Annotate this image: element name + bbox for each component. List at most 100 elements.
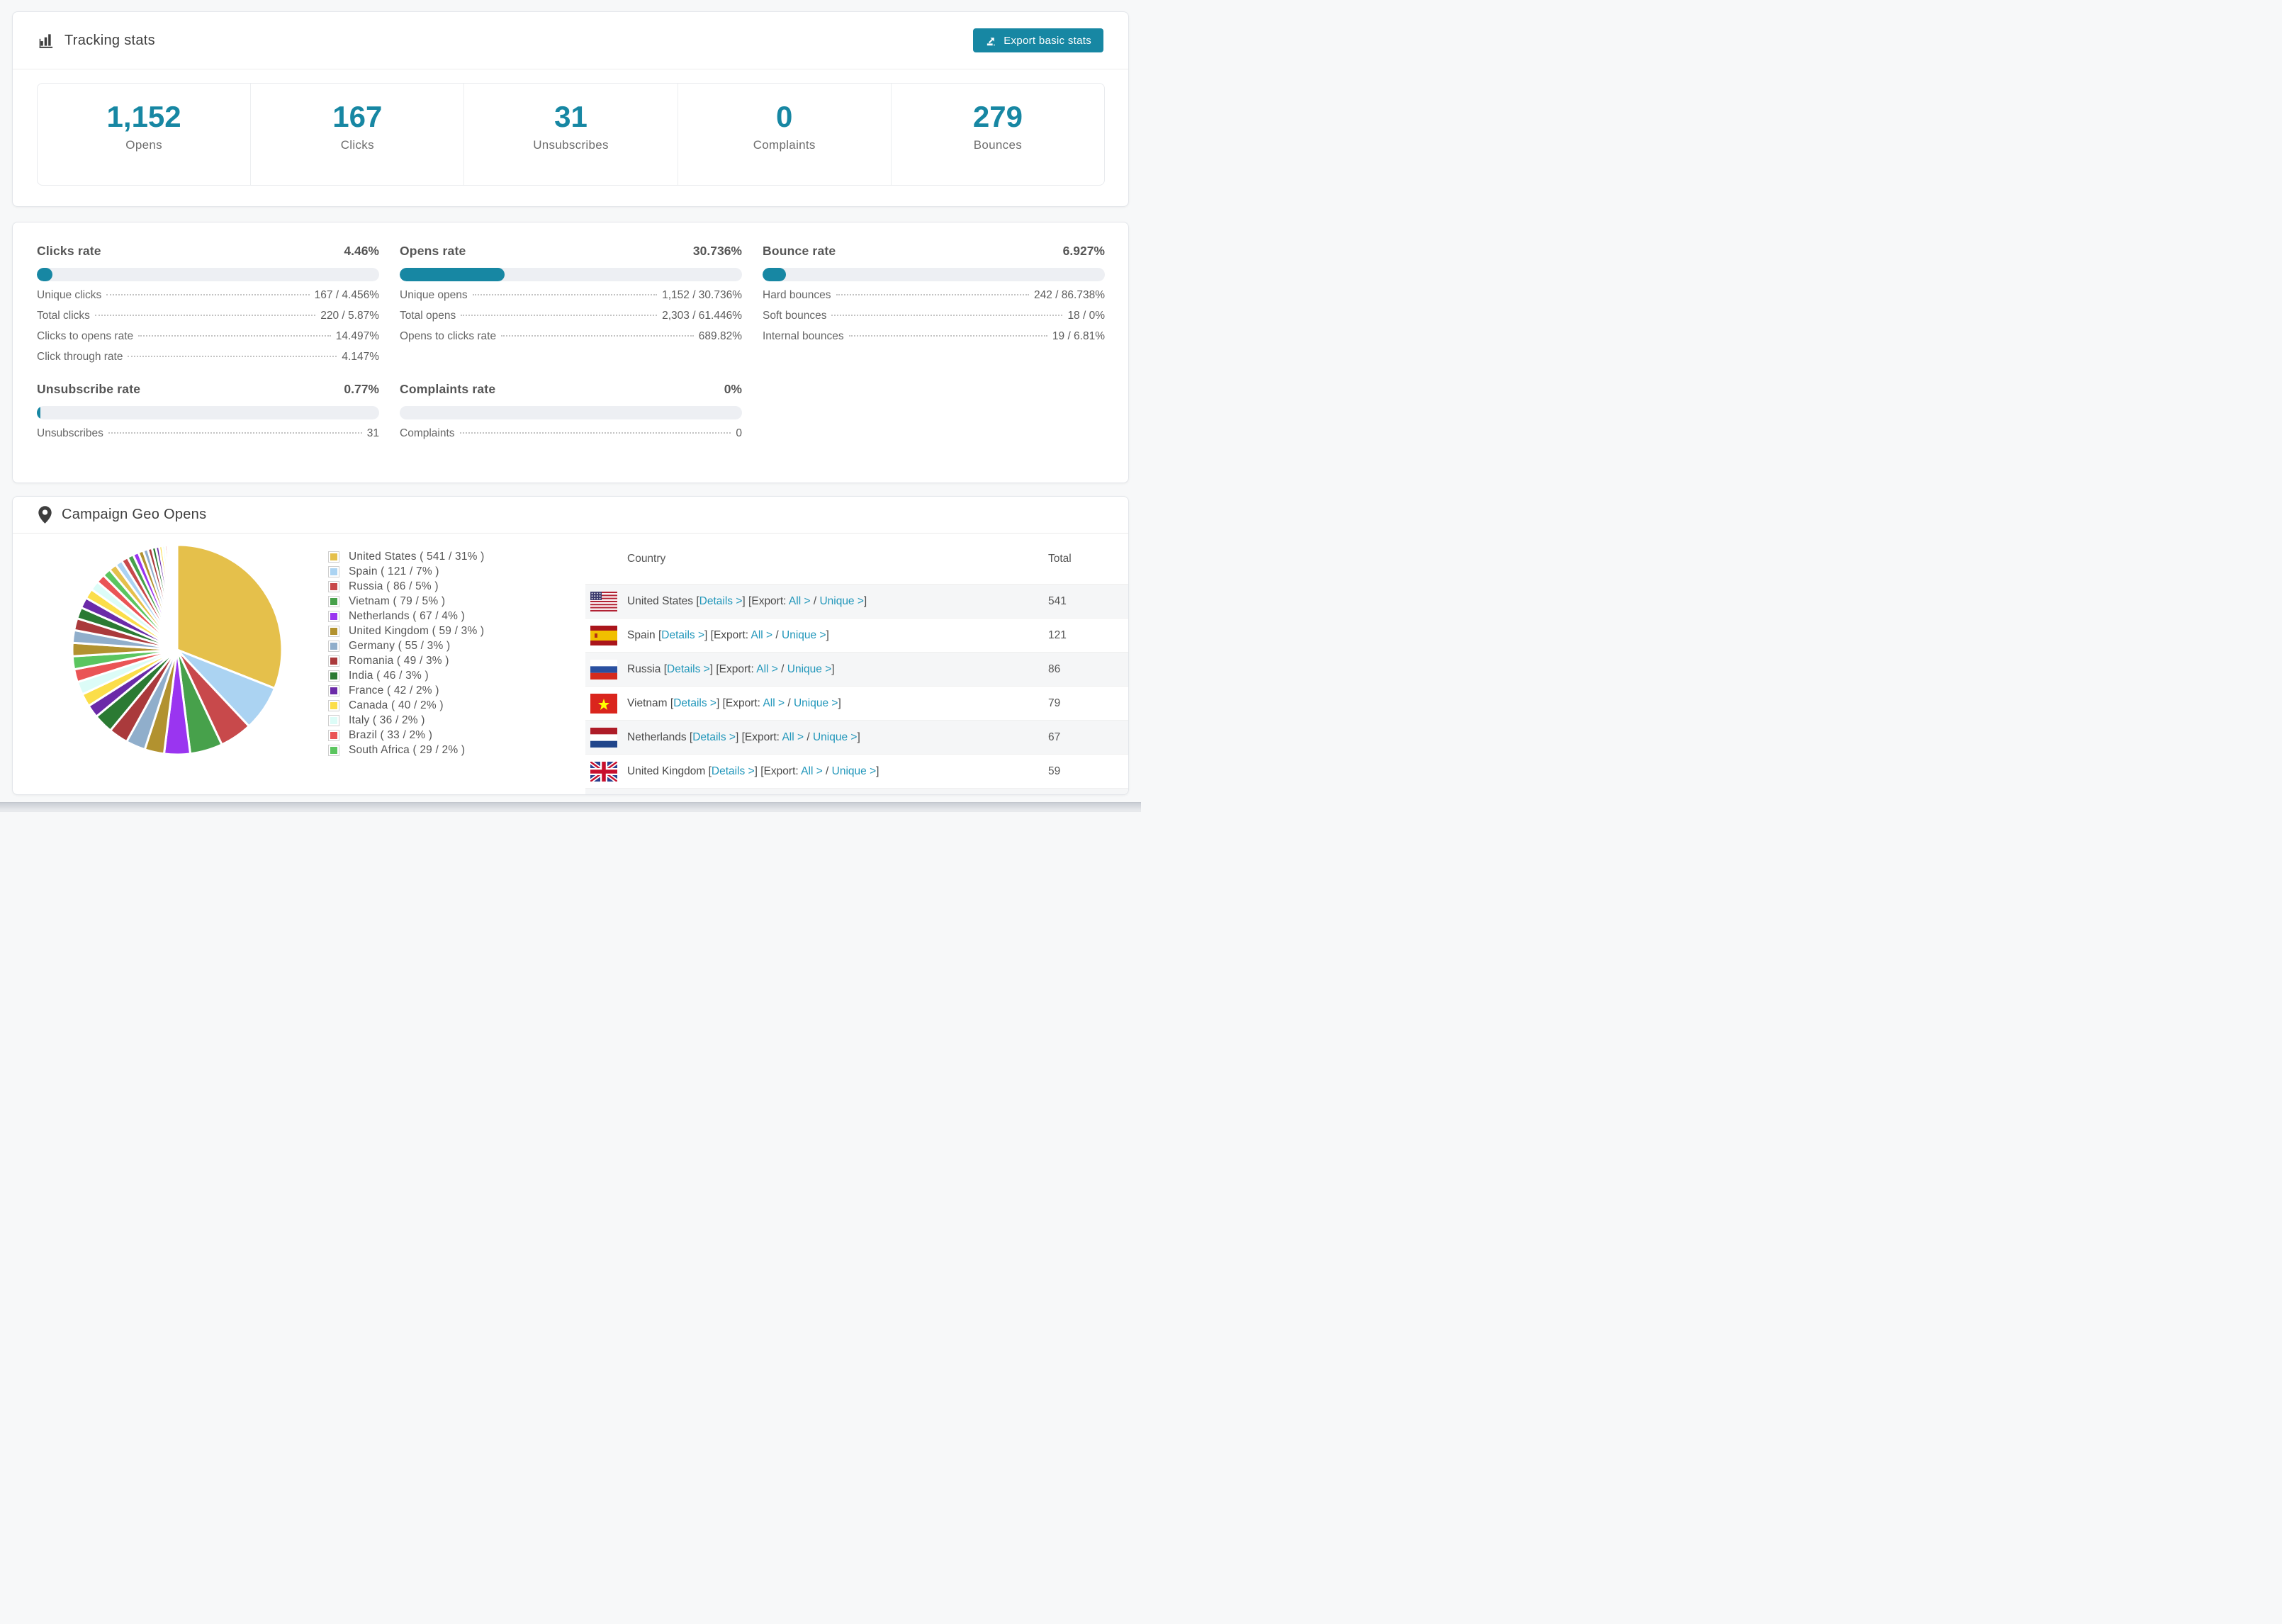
- progress-bar: [400, 268, 742, 281]
- legend-label: Germany ( 55 / 3% ): [349, 639, 451, 652]
- export-unique-link[interactable]: Unique >: [794, 697, 838, 709]
- legend-swatch: [328, 595, 339, 607]
- rate-detail-row: Click through rate 4.147%: [37, 351, 379, 363]
- rate-section-opens-rate: Opens rate 30.736% Unique opens 1,152 / 30.…: [400, 244, 742, 363]
- details-link[interactable]: Details >: [699, 595, 743, 607]
- details-link[interactable]: Details >: [673, 697, 716, 709]
- rate-section-unsubscribe-rate: Unsubscribe rate 0.77% Unsubscribes 31: [37, 382, 379, 440]
- export-unique-link[interactable]: Unique >: [813, 731, 857, 743]
- legend-label: Netherlands ( 67 / 4% ): [349, 609, 465, 622]
- legend-item-united-states[interactable]: United States ( 541 / 31% ): [328, 549, 485, 564]
- details-link[interactable]: Details >: [667, 663, 710, 675]
- geo-table-row-gb: United Kingdom [Details >] [Export: All …: [585, 754, 1128, 788]
- flag-russia: [590, 659, 617, 680]
- bar-chart-icon: [38, 31, 56, 50]
- bracket: ]: [857, 731, 860, 743]
- legend-swatch: [328, 714, 339, 726]
- details-link[interactable]: Details >: [661, 629, 704, 641]
- leader-dots: [472, 294, 658, 295]
- legend-item-italy[interactable]: Italy ( 36 / 2% ): [328, 713, 485, 728]
- geo-table-header-country: Country: [627, 552, 666, 565]
- total-cell: 86: [1048, 662, 1061, 675]
- stat-value: 31: [554, 100, 588, 133]
- stat-cell-complaints: 0 Complaints: [677, 84, 891, 185]
- window-bottom-strip: [0, 802, 1141, 812]
- legend-item-france[interactable]: France ( 42 / 2% ): [328, 683, 485, 698]
- legend-item-germany[interactable]: Germany ( 55 / 3% ): [328, 638, 485, 653]
- legend-item-spain[interactable]: Spain ( 121 / 7% ): [328, 564, 485, 579]
- export-unique-link[interactable]: Unique >: [832, 765, 876, 777]
- tracking-stats-card: Tracking stats Export basic stats 1,152 O…: [12, 11, 1129, 207]
- export-all-link[interactable]: All >: [763, 697, 785, 709]
- legend-item-united-kingdom[interactable]: United Kingdom ( 59 / 3% ): [328, 624, 485, 638]
- export-all-link[interactable]: All >: [751, 629, 773, 641]
- flag-united-kingdom: [590, 761, 617, 782]
- details-link[interactable]: Details >: [692, 731, 736, 743]
- bracket: ]: [826, 628, 829, 641]
- rate-section-complaints-rate: Complaints rate 0% Complaints 0: [400, 382, 742, 440]
- legend-item-brazil[interactable]: Brazil ( 33 / 2% ): [328, 728, 485, 743]
- legend-label: Brazil ( 33 / 2% ): [349, 728, 433, 741]
- rate-detail-value: 2,303 / 61.446%: [662, 310, 742, 322]
- legend-swatch: [328, 580, 339, 592]
- legend-item-south-africa[interactable]: South Africa ( 29 / 2% ): [328, 743, 485, 757]
- legend-swatch: [328, 565, 339, 577]
- stat-label: Bounces: [973, 138, 1023, 152]
- leader-dots: [501, 335, 694, 337]
- rate-detail-value: 242 / 86.738%: [1034, 289, 1105, 301]
- bracket: ]: [863, 594, 867, 607]
- rate-detail-label: Hard bounces: [763, 289, 831, 301]
- rate-percent: 6.927%: [1062, 244, 1105, 258]
- slash: /: [772, 628, 782, 641]
- export-basic-stats-button[interactable]: Export basic stats: [973, 28, 1103, 52]
- legend-item-vietnam[interactable]: Vietnam ( 79 / 5% ): [328, 594, 485, 609]
- leader-dots: [848, 335, 1047, 337]
- rate-detail-value: 220 / 5.87%: [320, 310, 379, 322]
- legend-swatch: [328, 670, 339, 682]
- stat-cell-clicks: 167 Clicks: [250, 84, 463, 185]
- export-all-link[interactable]: All >: [801, 765, 823, 777]
- country-name: Spain: [627, 628, 658, 641]
- rate-percent: 30.736%: [692, 244, 742, 258]
- export-unique-link[interactable]: Unique >: [787, 663, 831, 675]
- rate-percent: 0.77%: [344, 382, 379, 396]
- export-all-link[interactable]: All >: [756, 663, 778, 675]
- legend-swatch: [328, 744, 339, 756]
- legend-item-romania[interactable]: Romania ( 49 / 3% ): [328, 653, 485, 668]
- rate-percent: 0%: [724, 382, 742, 396]
- rate-detail-value: 0: [736, 427, 742, 439]
- legend-item-russia[interactable]: Russia ( 86 / 5% ): [328, 579, 485, 594]
- legend-item-netherlands[interactable]: Netherlands ( 67 / 4% ): [328, 609, 485, 624]
- export-button-label: Export basic stats: [1004, 34, 1091, 47]
- rate-title: Complaints rate: [400, 382, 496, 396]
- legend-item-canada[interactable]: Canada ( 40 / 2% ): [328, 698, 485, 713]
- legend-label: South Africa ( 29 / 2% ): [349, 743, 466, 756]
- rate-detail-value: 18 / 0%: [1067, 310, 1105, 322]
- leader-dots: [138, 335, 331, 337]
- stat-cell-opens: 1,152 Opens: [38, 84, 250, 185]
- country-name: United States: [627, 594, 697, 607]
- flag-spain: [590, 625, 617, 645]
- progress-bar: [400, 406, 742, 419]
- export-all-link[interactable]: All >: [789, 595, 811, 607]
- country-cell-text: Netherlands [Details >] [Export: All > /…: [627, 731, 860, 744]
- export-all-link[interactable]: All >: [782, 731, 804, 743]
- leader-dots: [128, 356, 337, 357]
- details-link[interactable]: Details >: [712, 765, 755, 777]
- legend-swatch: [328, 729, 339, 741]
- export-unique-link[interactable]: Unique >: [819, 595, 863, 607]
- export-prefix: [Export:: [748, 594, 789, 607]
- rate-detail-value: 31: [366, 427, 379, 439]
- rate-detail-row: Internal bounces 19 / 6.81%: [763, 330, 1105, 343]
- legend-label: United Kingdom ( 59 / 3% ): [349, 624, 485, 637]
- stat-value: 0: [776, 100, 793, 133]
- stat-value: 1,152: [106, 100, 181, 133]
- legend-swatch: [328, 655, 339, 667]
- rate-detail-row: Unsubscribes 31: [37, 427, 379, 440]
- geo-table-header-total: Total: [1048, 552, 1072, 565]
- export-unique-link[interactable]: Unique >: [782, 629, 826, 641]
- legend-item-india[interactable]: India ( 46 / 3% ): [328, 668, 485, 683]
- country-cell-text: United States [Details >] [Export: All >…: [627, 595, 867, 608]
- bracket: ]: [735, 731, 742, 743]
- legend-swatch: [328, 551, 339, 563]
